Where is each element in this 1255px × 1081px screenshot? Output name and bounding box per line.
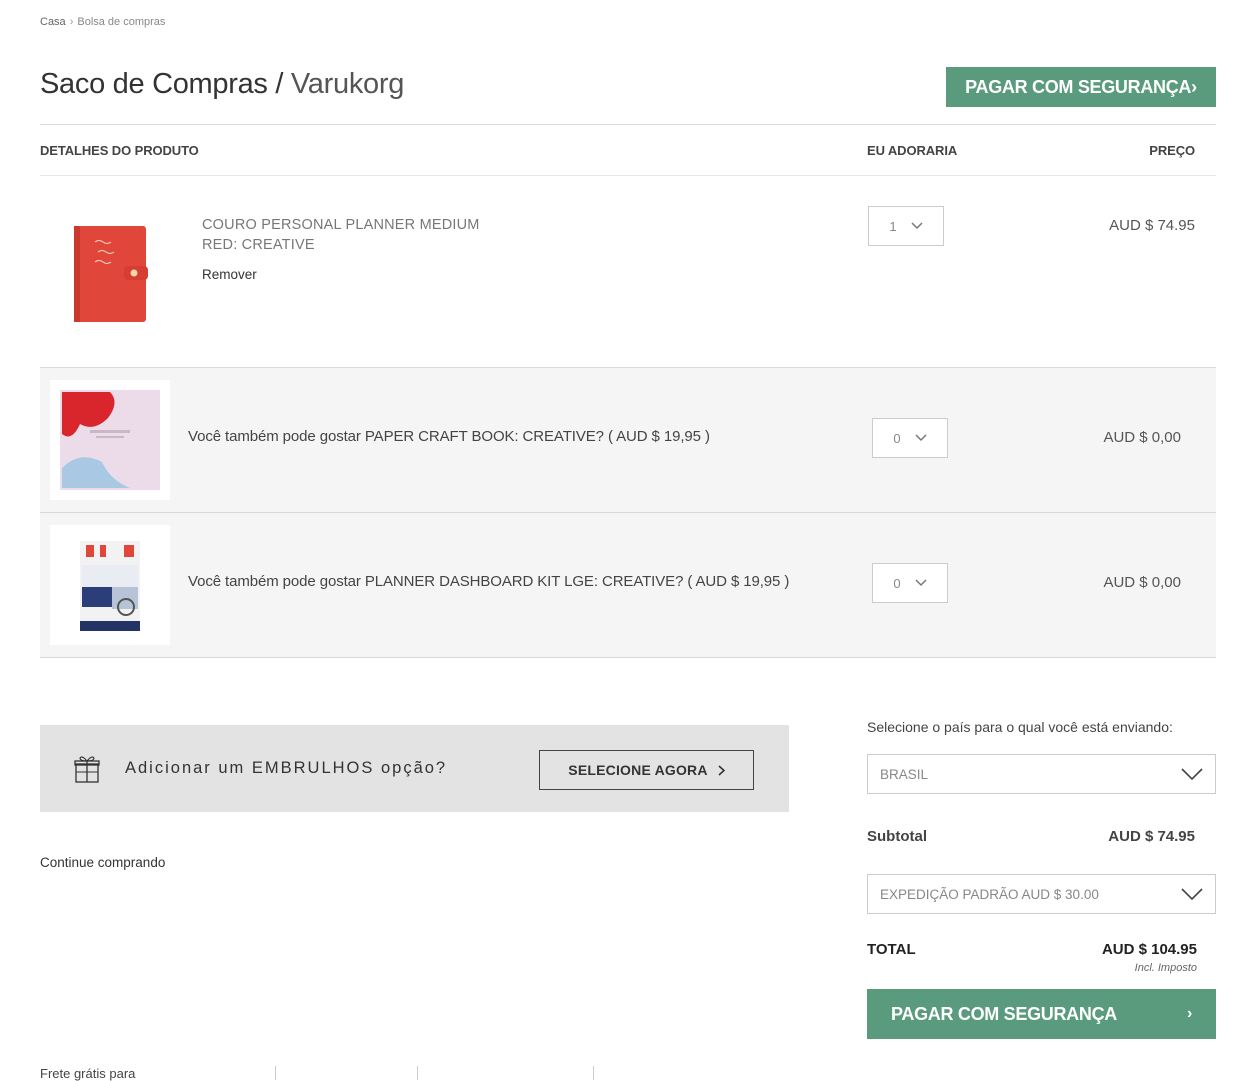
continue-shopping-link[interactable]: Continue comprando xyxy=(40,855,165,870)
header-divider xyxy=(40,124,1216,125)
chevron-right-icon xyxy=(718,764,725,776)
columns-divider xyxy=(40,175,1216,176)
subtotal-value: AUD $ 74.95 xyxy=(1108,828,1195,845)
footer-divider xyxy=(417,1066,418,1080)
select-gift-wrap-label: SELECIONE AGORA xyxy=(568,762,708,778)
product-name[interactable]: COURO PERSONAL PLANNER MEDIUM RED: CREAT… xyxy=(202,215,480,255)
column-header-quantity: EU ADORARIA xyxy=(867,143,958,158)
country-select[interactable]: BRASIL xyxy=(867,754,1216,794)
item-price: AUD $ 74.95 xyxy=(1109,217,1195,234)
quantity-value: 0 xyxy=(893,575,901,591)
total-value: AUD $ 104.95 xyxy=(1101,941,1197,958)
chevron-right-icon: › xyxy=(1186,1005,1192,1022)
remove-item-link[interactable]: Remover xyxy=(202,267,257,282)
total-label: TOTAL xyxy=(867,941,916,958)
country-value: BRASIL xyxy=(880,766,929,782)
upsell-bottom-divider xyxy=(40,657,1216,658)
breadcrumb: Casa › Bolsa de compras xyxy=(40,16,165,28)
product-name-line1: COURO PERSONAL PLANNER MEDIUM xyxy=(202,217,480,233)
upsell-text-dashboard-kit[interactable]: Você também pode gostar PLANNER DASHBOAR… xyxy=(188,573,789,590)
pay-securely-label: PAGAR COM SEGURANÇA xyxy=(891,1003,1117,1024)
quantity-value: 1 xyxy=(889,218,897,234)
column-header-product: DETALHES DO PRODUTO xyxy=(40,143,199,158)
page-title-separator: / xyxy=(275,68,284,100)
footer-divider xyxy=(275,1066,276,1080)
breadcrumb-separator: › xyxy=(69,16,74,28)
shipping-select[interactable]: EXPEDIÇÃO PADRÃO AUD $ 30.00 xyxy=(867,874,1216,914)
gift-wrap-text: Adicionar um EMBRULHOS opção? xyxy=(125,759,448,777)
shipping-value: EXPEDIÇÃO PADRÃO AUD $ 30.00 xyxy=(880,886,1099,902)
quantity-select-planner[interactable]: 1 xyxy=(868,206,944,246)
breadcrumb-current: Bolsa de compras xyxy=(77,16,166,28)
upsell-price-paper-craft: AUD $ 0,00 xyxy=(1103,429,1181,446)
chevron-down-icon xyxy=(1181,888,1203,900)
pay-securely-top-button[interactable]: PAGAR COM SEGURANÇA› xyxy=(946,67,1216,107)
pay-securely-bottom-button[interactable]: PAGAR COM SEGURANÇA › xyxy=(867,989,1216,1039)
page-title-brand: Varukorg xyxy=(290,68,405,100)
breadcrumb-home-link[interactable]: Casa xyxy=(40,16,66,28)
product-image-planner[interactable] xyxy=(60,210,160,335)
page-title-text: Saco de Compras xyxy=(40,68,268,100)
quantity-value: 0 xyxy=(893,430,901,446)
chevron-down-icon xyxy=(1181,768,1203,780)
free-shipping-text: Frete grátis para xyxy=(40,1066,136,1081)
column-header-price: PREÇO xyxy=(1149,143,1195,158)
subtotal-label: Subtotal xyxy=(867,828,927,845)
quantity-select-dashboard-kit[interactable]: 0 xyxy=(872,563,948,603)
gift-icon xyxy=(74,754,100,784)
upsell-image-dashboard-kit[interactable] xyxy=(50,525,170,645)
chevron-down-icon xyxy=(911,222,923,230)
footer-divider xyxy=(593,1066,594,1080)
select-gift-wrap-button[interactable]: SELECIONE AGORA xyxy=(539,750,754,790)
upsell-price-dashboard-kit: AUD $ 0,00 xyxy=(1103,574,1181,591)
chevron-down-icon xyxy=(915,579,927,587)
chevron-down-icon xyxy=(915,434,927,442)
product-name-line2: RED: CREATIVE xyxy=(202,237,315,253)
quantity-select-paper-craft[interactable]: 0 xyxy=(872,418,948,458)
country-label: Selecione o país para o qual você está e… xyxy=(867,719,1173,735)
page-title: Saco de Compras / Varukorg xyxy=(40,68,404,101)
upsell-image-paper-craft[interactable] xyxy=(50,380,170,500)
tax-note: Incl. Imposto xyxy=(1134,962,1197,974)
upsell-text-paper-craft[interactable]: Você também pode gostar PAPER CRAFT BOOK… xyxy=(188,428,710,445)
